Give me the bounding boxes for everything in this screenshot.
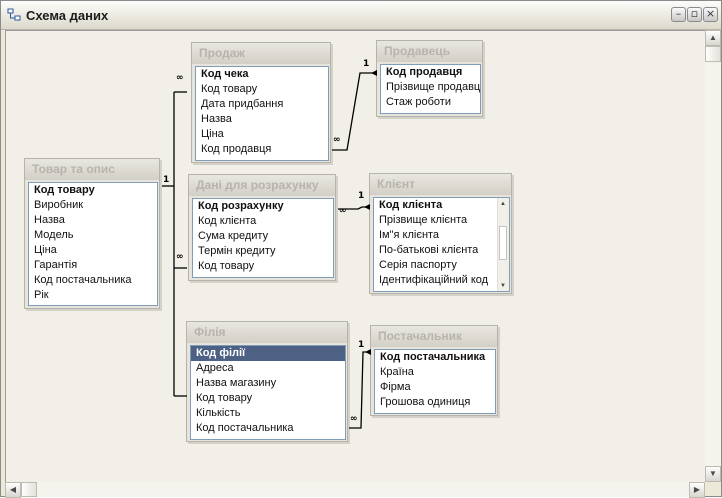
arrowhead-seller-icon	[371, 70, 377, 76]
scroll-up-button[interactable]: ▲	[705, 30, 721, 46]
arrowhead-supplier-icon	[365, 349, 371, 355]
arrowhead-client-icon	[364, 204, 370, 210]
vertical-scroll-thumb[interactable]	[705, 46, 721, 62]
cardinality-many-calc-client: ∞	[339, 206, 347, 216]
cardinality-one-client: 1	[358, 191, 365, 201]
scroll-left-button[interactable]: ◀	[5, 482, 21, 498]
title-bar[interactable]: Схема даних – ▫ ×	[1, 1, 721, 30]
scroll-down-button[interactable]: ▼	[705, 466, 721, 482]
relationships-canvas[interactable]: Продаж Код чека Код товару Дата придбанн…	[5, 30, 706, 483]
window-title: Схема даних	[26, 8, 109, 23]
cardinality-many-branch-supplier: ∞	[350, 414, 358, 424]
cardinality-many-sale-seller: ∞	[333, 135, 341, 145]
horizontal-scrollbar[interactable]: ◀ ▶	[5, 482, 705, 498]
vertical-scrollbar[interactable]: ▲ ▼	[705, 30, 721, 482]
minimize-button[interactable]: –	[671, 7, 686, 22]
horizontal-scroll-thumb[interactable]	[21, 482, 37, 497]
restore-button[interactable]: ▫	[687, 7, 702, 22]
cardinality-one-seller: 1	[363, 59, 370, 69]
cardinality-one-supplier: 1	[358, 340, 365, 350]
relationships-app-icon	[7, 8, 21, 21]
scroll-right-button[interactable]: ▶	[689, 482, 705, 498]
relationships-window: Схема даних – ▫ × Продаж Код чека Код то…	[0, 0, 722, 498]
cardinality-many-sale: ∞	[176, 73, 184, 83]
cardinality-many-calc: ∞	[176, 252, 184, 262]
cardinality-one-product: 1	[163, 175, 170, 185]
close-button[interactable]: ×	[703, 7, 718, 22]
